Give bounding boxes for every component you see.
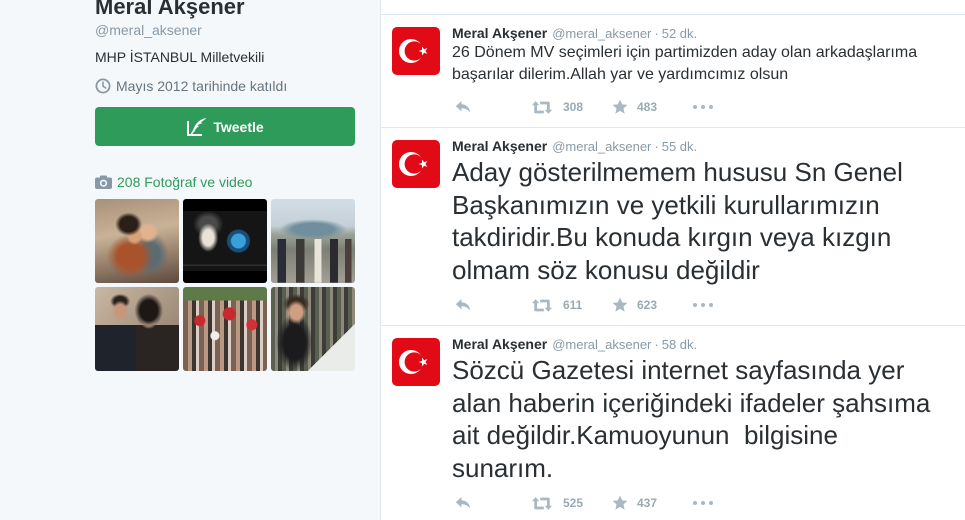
retweet-count: 611 xyxy=(563,298,583,312)
tweet-author-handle[interactable]: @meral_aksener xyxy=(552,139,651,154)
profile-bio: MHP İSTANBUL Milletvekili xyxy=(95,49,265,65)
tweet[interactable]: Meral Akşener @meral_aksener · 52 dk. 26 Dö… xyxy=(381,14,965,127)
profile-handle[interactable]: @meral_aksener xyxy=(95,21,202,39)
profile-page: Meral Akşener @meral_aksener MHP İSTANBU… xyxy=(0,0,965,520)
media-thumbnail[interactable] xyxy=(183,199,267,283)
media-thumbnail[interactable] xyxy=(271,199,355,283)
photos-videos-link[interactable]: 208 Fotoğraf ve video xyxy=(95,173,252,191)
tweet-author-name[interactable]: Meral Akşener xyxy=(452,25,547,41)
retweet-button[interactable]: 611 xyxy=(532,295,612,315)
meta-separator: · xyxy=(654,139,659,154)
more-actions-button[interactable] xyxy=(692,97,772,117)
join-date-text: Mayıs 2012 tarihinde katıldı xyxy=(116,78,288,94)
media-thumbnail[interactable] xyxy=(95,287,179,371)
retweet-count: 525 xyxy=(563,496,584,510)
more-icon xyxy=(693,501,713,505)
favorite-button[interactable]: 483 xyxy=(612,97,692,117)
meta-separator: · xyxy=(654,26,659,41)
reply-button[interactable] xyxy=(452,493,532,513)
star-icon xyxy=(612,297,628,313)
tweet-author-handle[interactable]: @meral_aksener xyxy=(552,337,651,352)
turkish-flag-avatar xyxy=(392,140,440,188)
profile-sidebar: Meral Akşener @meral_aksener MHP İSTANBU… xyxy=(0,0,380,520)
tweet-avatar[interactable] xyxy=(392,140,440,188)
retweet-count: 308 xyxy=(563,100,584,114)
tweet-author-handle[interactable]: @meral_aksener xyxy=(552,26,651,41)
reply-icon xyxy=(455,496,471,510)
turkish-flag-avatar xyxy=(392,27,440,75)
retweet-button[interactable]: 525 xyxy=(532,493,612,513)
tweet-actions: 525 437 xyxy=(452,493,953,513)
tweet-text-line: başarılar dilerim.Allah yar ve yardımcım… xyxy=(452,66,789,83)
favorite-count: 437 xyxy=(637,496,658,510)
tweet-text: Sözcü Gazetesi internet sayfasında yer a… xyxy=(452,354,953,484)
tweet-button[interactable]: Tweetle xyxy=(95,107,355,146)
tweet-actions: 611 623 xyxy=(452,295,953,315)
star-icon xyxy=(612,495,628,511)
tweet-text-line: olmam söz konusu değildir xyxy=(452,254,760,285)
more-actions-button[interactable] xyxy=(692,493,772,513)
media-grid xyxy=(95,199,355,371)
turkish-flag-avatar xyxy=(392,338,440,386)
favorite-count: 623 xyxy=(637,298,658,312)
media-thumbnail[interactable] xyxy=(95,199,179,283)
tweet-timestamp[interactable]: 55 dk. xyxy=(662,139,697,154)
tweet-text: Aday gösterilmemem hususu Sn Genel Başka… xyxy=(452,156,953,286)
tweet-stream: Meral Akşener @meral_aksener · 52 dk. 26 Dö… xyxy=(380,0,965,520)
tweet-text-line: ait değildir.Kamuoyunun bilgisine xyxy=(452,420,838,450)
retweet-icon xyxy=(532,101,552,114)
retweet-icon xyxy=(532,497,552,510)
join-date: Mayıs 2012 tarihinde katıldı xyxy=(95,77,287,95)
clock-icon xyxy=(95,78,111,94)
profile-name[interactable]: Meral Akşener xyxy=(95,0,245,18)
more-icon xyxy=(693,105,713,109)
reply-button[interactable] xyxy=(452,97,532,117)
tweet-text: 26 Dönem MV seçimleri için partimizden a… xyxy=(452,42,953,86)
tweet-header: Meral Akşener @meral_aksener · 55 dk. xyxy=(452,137,953,155)
tweet-text-line: takdiridir.Bu konuda kırgın veya kızgın xyxy=(452,222,892,252)
reply-icon xyxy=(455,100,471,114)
retweet-button[interactable]: 308 xyxy=(532,97,612,117)
photos-videos-label: 208 Fotoğraf ve video xyxy=(117,174,253,190)
retweet-icon xyxy=(532,299,552,312)
tweet-author-name[interactable]: Meral Akşener xyxy=(452,336,547,352)
tweet-author-name[interactable]: Meral Akşener xyxy=(452,138,547,154)
tweet-text-line: Başkanımızın ve yetkili kurullarımızın xyxy=(452,189,880,220)
favorite-count: 483 xyxy=(637,100,658,114)
favorite-button[interactable]: 437 xyxy=(612,493,692,513)
tweet-button-label: Tweetle xyxy=(213,118,264,135)
favorite-button[interactable]: 623 xyxy=(612,295,692,315)
tweet-avatar[interactable] xyxy=(392,27,440,75)
tweet-avatar[interactable] xyxy=(392,338,440,386)
tweet-text-line: Sözcü Gazetesi internet sayfasında yer xyxy=(452,355,905,385)
media-thumbnail[interactable] xyxy=(183,287,267,371)
camera-icon xyxy=(95,175,112,189)
tweet-timestamp[interactable]: 52 dk. xyxy=(662,26,697,41)
tweet-text-line: 26 Dönem MV seçimleri için partimizden a… xyxy=(452,44,918,61)
tweet-header: Meral Akşener @meral_aksener · 58 dk. xyxy=(452,335,953,353)
tweet[interactable]: Meral Akşener @meral_aksener · 55 dk. Aday … xyxy=(381,127,965,325)
quill-icon xyxy=(186,117,208,137)
meta-separator: · xyxy=(654,337,659,352)
more-icon xyxy=(693,303,713,307)
star-icon xyxy=(612,99,628,115)
media-thumbnail[interactable] xyxy=(271,287,355,371)
tweet-actions: 308 483 xyxy=(452,97,953,117)
tweet-header: Meral Akşener @meral_aksener · 52 dk. xyxy=(452,24,953,42)
reply-icon xyxy=(455,298,471,312)
tweet-text-line: Aday gösterilmemem hususu Sn Genel xyxy=(452,157,903,187)
reply-button[interactable] xyxy=(452,295,532,315)
tweet-text-line: sunarım. xyxy=(452,452,554,483)
tweet-text-line: alan haberin içeriğindeki ifadeler şahsı… xyxy=(452,387,931,418)
tweet-timestamp[interactable]: 58 dk. xyxy=(662,337,697,352)
more-actions-button[interactable] xyxy=(692,295,772,315)
tweet[interactable]: Meral Akşener @meral_aksener · 58 dk. Sözcü… xyxy=(381,325,965,520)
